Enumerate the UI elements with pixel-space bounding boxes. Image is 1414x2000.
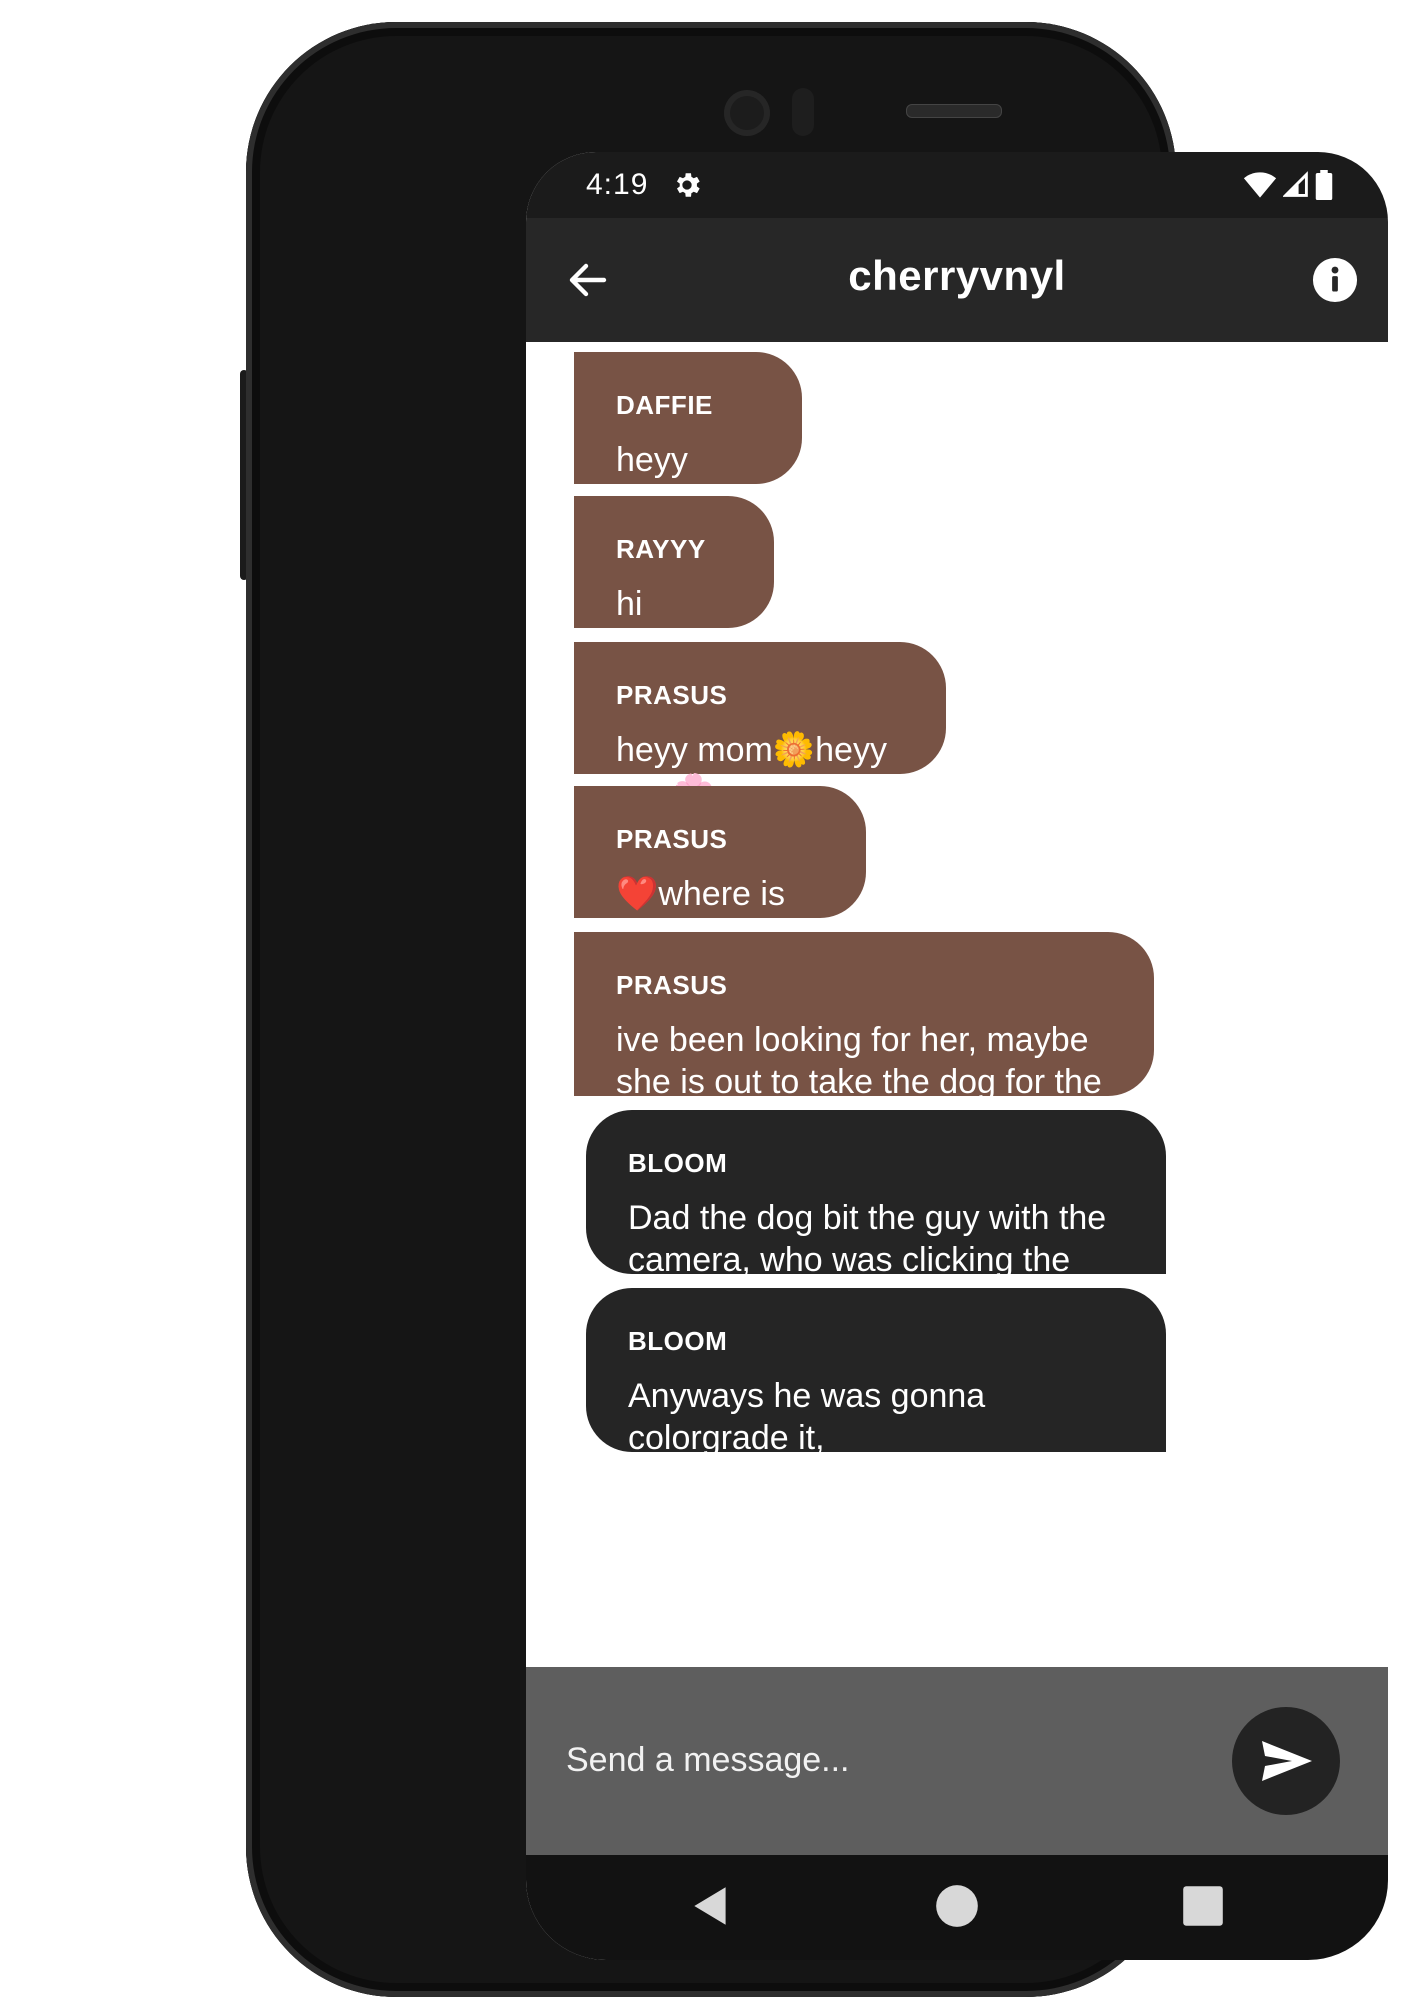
message-bubble[interactable]: PRASUS ❤️where is sister? [574,786,866,955]
app-bar: cherryvnyl [526,218,1388,342]
status-time: 4:19 [586,168,649,201]
system-nav-bar [526,1855,1388,1960]
message-bubble[interactable]: PRASUS heyy mom🌼heyy dad🌸 [574,642,946,811]
status-bar: 4:19 [526,152,1388,218]
signal-icon [1283,171,1308,197]
nav-recents-icon[interactable] [1178,1881,1228,1931]
message-sender: PRASUS [616,970,728,1000]
status-icons [1243,170,1333,200]
message-sender: BLOOM [628,1326,728,1356]
message-text: Anyways he was gonna colorgrade it, [628,1377,986,1457]
camera-icon [724,90,770,136]
sensor [792,88,814,136]
message-sender: RAYYY [616,534,706,564]
wifi-icon [1243,172,1277,198]
message-bubble[interactable]: BLOOM Anyways he was gonna colorgrade it… [586,1288,1166,1457]
screen: 4:19 cherryvnyl DAFFIE heyy RAYYY hi PRA… [526,152,1388,1960]
message-bubble[interactable]: DAFFIE heyy rayyy😄 [574,352,802,521]
message-sender: PRASUS [616,680,728,710]
message-composer [526,1667,1388,1855]
message-bubble[interactable]: BLOOM Dad the dog bit the guy with the c… [586,1110,1166,1321]
chat-title: cherryvnyl [848,252,1066,299]
stage: 4:19 cherryvnyl DAFFIE heyy RAYYY hi PRA… [0,0,1414,2000]
message-sender: DAFFIE [616,390,713,420]
nav-home-icon[interactable] [932,1881,982,1931]
nav-back-icon[interactable] [686,1881,736,1931]
message-sender: PRASUS [616,824,728,854]
phone-frame: 4:19 cherryvnyl DAFFIE heyy RAYYY hi PRA… [246,22,1388,1997]
message-bubble[interactable]: RAYYY hi daffie🥰 [574,496,774,707]
message-input[interactable] [564,1729,1168,1791]
send-icon [1262,1741,1312,1781]
message-sender: BLOOM [628,1148,728,1178]
earpiece-speaker [906,104,1002,118]
gear-icon [677,173,700,197]
send-button[interactable] [1232,1707,1340,1815]
message-list[interactable]: DAFFIE heyy rayyy😄 RAYYY hi daffie🥰 PRAS… [526,342,1388,1667]
info-icon[interactable] [1312,257,1358,303]
battery-icon [1315,170,1333,200]
message-bubble[interactable]: PRASUS ive been looking for her, maybe s… [574,932,1154,1143]
